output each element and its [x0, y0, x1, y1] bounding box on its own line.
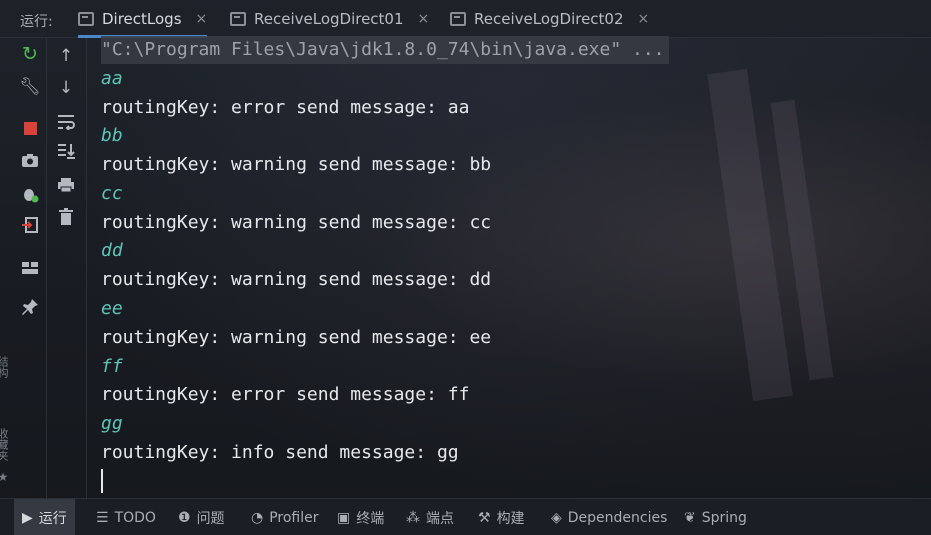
star-icon[interactable]: ★	[0, 470, 10, 484]
bottom-toolwindow-bar: ▶ 运行 ☰ TODO ❶ 问题 ◔ Profiler ▣ 终端 ⁂ 端点 ⚒ …	[0, 498, 931, 535]
run-toolwindow-header: 运行: DirectLogs × ReceiveLogDirect01 × Re…	[0, 0, 931, 38]
console-tab-icon	[450, 12, 466, 26]
tool-profiler[interactable]: ◔ Profiler	[251, 499, 319, 535]
console-output-line: routingKey: warning send message: dd	[101, 269, 492, 290]
endpoints-icon: ⁂	[406, 509, 420, 526]
dependencies-icon: ◈	[551, 509, 562, 526]
tool-label: Spring	[701, 509, 747, 526]
close-icon[interactable]: ×	[638, 11, 650, 27]
text-caret	[101, 469, 103, 493]
console-output-line: routingKey: error send message: ff	[101, 384, 470, 405]
tool-label: 构建	[496, 510, 525, 527]
tool-label: Profiler	[269, 509, 319, 526]
tool-terminal[interactable]: ▣ 终端	[337, 499, 384, 535]
console-input-line: dd	[101, 240, 123, 261]
tool-label: 端点	[426, 510, 454, 527]
console-command-line: "C:\Program Files\Java\jdk1.8.0_74\bin\j…	[101, 36, 669, 64]
console-actions-gutter: ↑ ↓	[47, 38, 87, 498]
tool-label: 运行	[38, 510, 67, 527]
run-toolwindow-title: 运行:	[20, 14, 53, 30]
spring-icon: ❦	[684, 509, 696, 526]
pin-icon[interactable]	[19, 296, 41, 318]
console-output[interactable]: "C:\Program Files\Java\jdk1.8.0_74\bin\j…	[101, 36, 921, 498]
console-output-line: routingKey: error send message: aa	[101, 97, 470, 118]
console-input-line: ee	[101, 298, 123, 319]
exit-icon[interactable]	[19, 214, 41, 236]
tab-receivelogdirect02[interactable]: ReceiveLogDirect02 ×	[450, 0, 649, 38]
tab-label: DirectLogs	[102, 10, 182, 28]
tool-label: 终端	[356, 510, 385, 527]
console-output-line: routingKey: info send message: gg	[101, 442, 459, 463]
tool-run[interactable]: ▶ 运行	[14, 499, 75, 535]
wrench-icon[interactable]: 🔧︎	[19, 76, 41, 98]
scroll-to-end-icon[interactable]	[55, 140, 77, 162]
favorites-vertical-label[interactable]: 收藏夹	[0, 428, 10, 461]
tab-label: ReceiveLogDirect01	[254, 10, 404, 28]
arrow-down-icon[interactable]: ↓	[55, 77, 77, 99]
console-input-line: bb	[101, 125, 123, 146]
run-icon: ▶	[22, 509, 33, 526]
run-actions-gutter: ↻ 🔧︎ 结构 收藏夹 ★	[0, 38, 47, 498]
soft-wrap-icon[interactable]	[55, 111, 77, 133]
tool-label: Dependencies	[567, 509, 668, 526]
todo-icon: ☰	[96, 509, 109, 526]
console-output-line: routingKey: warning send message: ee	[101, 327, 492, 348]
close-icon[interactable]: ×	[196, 11, 208, 27]
tool-dependencies[interactable]: ◈ Dependencies	[551, 499, 667, 535]
structure-vertical-label[interactable]: 结构	[0, 356, 10, 378]
problems-icon: ❶	[178, 509, 191, 526]
console-input-line: ff	[101, 356, 123, 377]
console-output-line: routingKey: warning send message: cc	[101, 212, 492, 233]
console-input-line: aa	[101, 68, 123, 89]
tool-spring[interactable]: ❦ Spring	[684, 499, 747, 535]
tool-label: 问题	[196, 510, 225, 527]
tab-label: ReceiveLogDirect02	[474, 10, 624, 28]
tool-endpoints[interactable]: ⁂ 端点	[406, 499, 454, 535]
debug-icon[interactable]	[19, 183, 41, 205]
build-icon: ⚒	[478, 509, 491, 526]
console-input-line: gg	[101, 413, 123, 434]
stop-icon[interactable]	[19, 117, 41, 139]
rerun-icon[interactable]: ↻	[19, 43, 41, 65]
close-icon[interactable]: ×	[418, 11, 430, 27]
print-icon[interactable]	[55, 174, 77, 196]
camera-icon[interactable]	[19, 149, 41, 171]
tool-build[interactable]: ⚒ 构建	[478, 499, 525, 535]
tab-directlogs[interactable]: DirectLogs ×	[78, 0, 208, 38]
console-tab-icon	[78, 12, 94, 26]
trash-icon[interactable]	[55, 206, 77, 228]
layout-icon[interactable]	[19, 257, 41, 279]
terminal-icon: ▣	[337, 509, 351, 526]
arrow-up-icon[interactable]: ↑	[55, 45, 77, 67]
tab-receivelogdirect01[interactable]: ReceiveLogDirect01 ×	[230, 0, 429, 38]
console-tab-icon	[230, 12, 246, 26]
console-input-line: cc	[101, 183, 123, 204]
tool-label: TODO	[114, 509, 156, 526]
console-output-line: routingKey: warning send message: bb	[101, 154, 492, 175]
profiler-icon: ◔	[251, 509, 264, 526]
tool-problems[interactable]: ❶ 问题	[178, 499, 225, 535]
tool-todo[interactable]: ☰ TODO	[96, 499, 156, 535]
